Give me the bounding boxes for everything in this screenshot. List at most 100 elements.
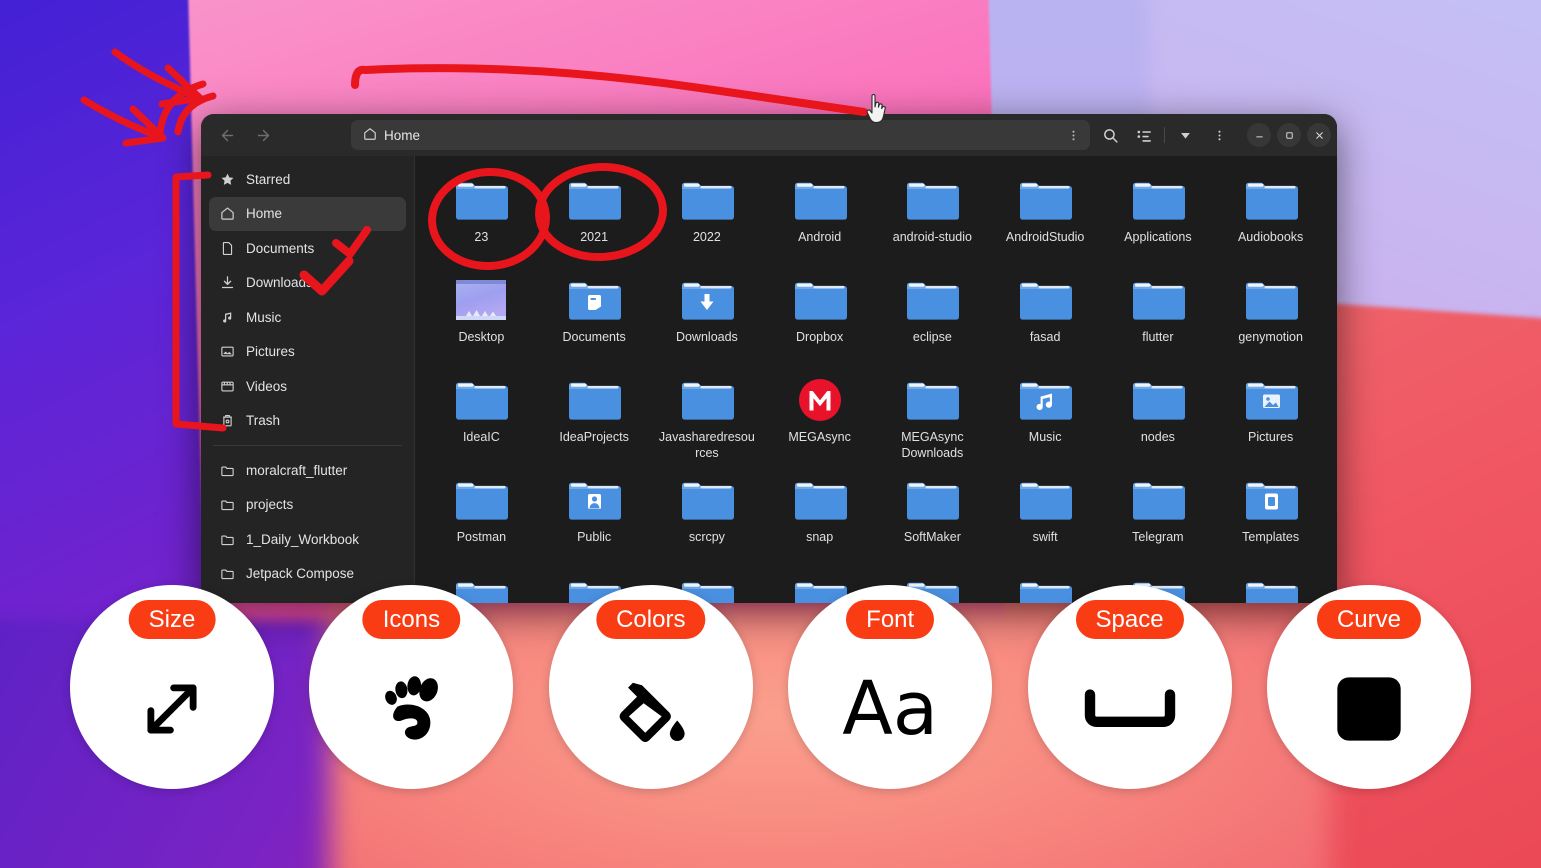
main-menu-icon[interactable] [1203,120,1235,150]
folder-icon [1129,276,1187,324]
file-grid-item[interactable]: Documents [538,272,651,372]
file-manager-window[interactable]: Home Starred Home Documents Downloads Mu… [201,114,1337,603]
file-grid-item[interactable]: SoftMaker [876,472,989,572]
search-icon[interactable] [1094,120,1126,150]
sidebar-item-starred[interactable]: Starred [209,162,406,197]
file-grid-item-label: IdeaProjects [559,430,629,444]
folder-icon [1129,176,1187,224]
file-grid-item-label: Telegram [1132,530,1184,544]
file-grid-item[interactable]: 23 [425,172,538,272]
file-grid-item[interactable]: IdeaIC [425,372,538,472]
file-grid-item[interactable]: snap [763,472,876,572]
home-icon [363,127,377,144]
file-grid-item[interactable]: scrcpy [651,472,764,572]
file-grid-item[interactable]: 2022 [651,172,764,272]
file-grid-item[interactable]: Music [989,372,1102,472]
file-grid-item-label: Documents [562,330,626,344]
folder-downloads-icon [678,276,736,324]
file-grid-item-label: Public [577,530,612,544]
file-grid-item[interactable]: Android [763,172,876,272]
sidebar-item-pictures[interactable]: Pictures [209,335,406,370]
feature-callouts: Size Icons Colors Font Aa Space Curve [0,585,1541,800]
file-grid-item[interactable]: Javasharedresources [651,372,764,472]
sidebar-item-documents[interactable]: Documents [209,231,406,266]
file-grid-item[interactable]: Audiobooks [1214,172,1327,272]
file-grid-item[interactable]: nodes [1102,372,1215,472]
file-grid-item[interactable]: flutter [1102,272,1215,372]
file-grid-item[interactable]: fasad [989,272,1102,372]
feature-label-pill: Icons [362,600,461,640]
folder-icon [452,476,510,524]
star-icon [219,171,235,187]
sidebar-item-moralcraft-flutter[interactable]: moralcraft_flutter [209,453,406,488]
folder-icon [219,566,235,582]
folder-icon [219,531,235,547]
file-grid-item[interactable]: Dropbox [763,272,876,372]
file-grid-item[interactable]: 2021 [538,172,651,272]
sidebar-item-music[interactable]: Music [209,300,406,335]
sidebar[interactable]: Starred Home Documents Downloads Music Pictur… [201,156,415,603]
file-grid-item-label: SoftMaker [903,530,961,544]
file-grid-item[interactable]: IdeaProjects [538,372,651,472]
file-grid-item[interactable]: Telegram [1102,472,1215,572]
feature-callout-font: Font Aa [788,585,993,789]
font-aa-icon: Aa [842,666,939,752]
chevron-down-icon[interactable] [1169,120,1201,150]
window-header-bar[interactable]: Home [201,114,1337,156]
file-grid-item[interactable]: Applications [1102,172,1215,272]
file-grid-item[interactable]: AndroidStudio [989,172,1102,272]
file-grid-item[interactable]: MEGAsync Downloads [876,372,989,472]
file-grid-item[interactable]: genymotion [1214,272,1327,372]
file-grid-item[interactable]: android-studio [876,172,989,272]
file-grid-item[interactable]: Desktop [425,272,538,372]
sidebar-item-home[interactable]: Home [209,196,406,231]
folder-public-icon [565,476,623,524]
back-button[interactable] [211,121,243,149]
minimize-button[interactable] [1247,123,1271,147]
file-grid-item-label: 2022 [692,230,721,244]
file-grid-item[interactable]: eclipse [876,272,989,372]
sidebar-item-1-daily-workbook[interactable]: 1_Daily_Workbook [209,522,406,557]
sidebar-item-trash[interactable]: Trash [209,404,406,439]
file-grid-item[interactable]: Downloads [651,272,764,372]
breadcrumb-home[interactable]: Home [363,127,420,144]
vertical-dots-icon[interactable] [1062,124,1084,146]
window-body: Starred Home Documents Downloads Music Pictur… [201,156,1337,603]
folder-icon [678,476,736,524]
close-button[interactable] [1307,123,1331,147]
window-controls[interactable] [1247,123,1331,147]
sidebar-item-downloads[interactable]: Downloads [209,266,406,301]
file-grid-item[interactable]: Pictures [1214,372,1327,472]
pointing-hand-cursor [864,93,890,132]
folder-icon [219,497,235,513]
file-grid-item[interactable]: Templates [1214,472,1327,572]
file-grid-item[interactable]: Postman [425,472,538,572]
folder-icon [1242,276,1300,324]
maximize-button[interactable] [1277,123,1301,147]
file-grid-item[interactable]: swift [989,472,1102,572]
header-action-buttons[interactable] [1094,120,1331,150]
path-bar[interactable]: Home [351,120,1090,150]
list-view-icon[interactable] [1128,120,1160,150]
file-grid-item-label: nodes [1140,430,1175,444]
navigation-buttons[interactable] [211,121,351,149]
folder-icon [565,176,623,224]
feature-label-pill: Colors [596,600,706,640]
document-icon [219,240,235,256]
sidebar-item-label: Documents [246,240,315,256]
folder-icon [1016,176,1074,224]
folder-icon [791,176,849,224]
sidebar-item-label: Videos [246,378,288,394]
file-grid-item-label: MEGAsync [788,430,851,444]
download-icon [219,275,235,291]
folder-icon [452,376,510,424]
sidebar-item-videos[interactable]: Videos [209,369,406,404]
file-grid-item[interactable]: Public [538,472,651,572]
folder-icon [791,276,849,324]
file-grid-item[interactable]: MEGAsync [763,372,876,472]
sidebar-item-projects[interactable]: projects [209,488,406,523]
file-grid-item-label: 23 [474,230,489,244]
file-grid[interactable]: 23 2021 2022 Android android-studio AndroidSt… [415,156,1337,603]
folder-pictures-icon [1242,376,1300,424]
forward-button[interactable] [247,121,279,149]
